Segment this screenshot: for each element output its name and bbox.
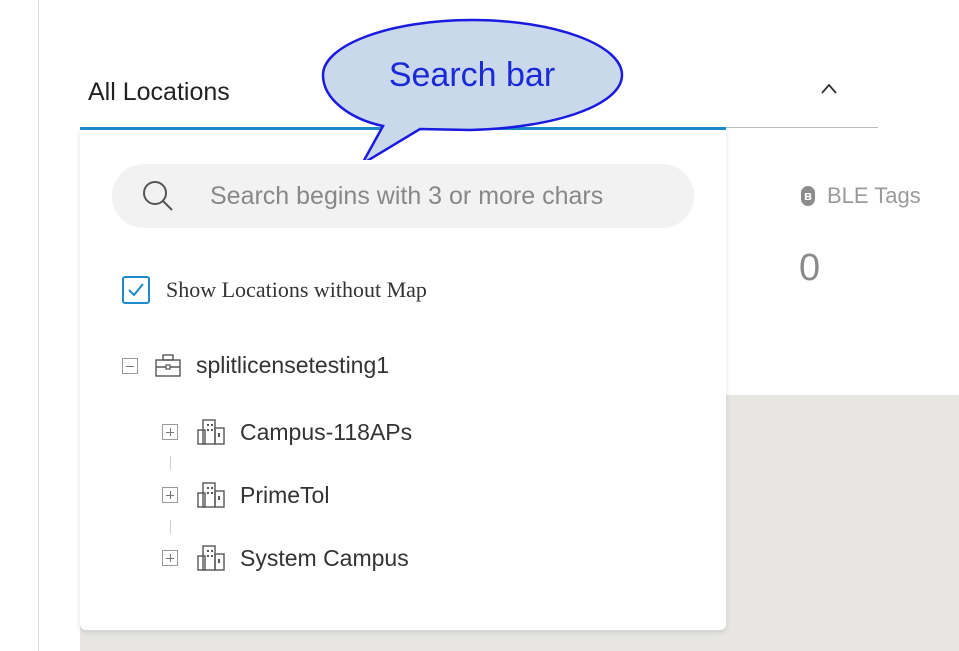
ble-tags-count: 0 <box>799 247 821 289</box>
building-icon <box>197 419 225 445</box>
briefcase-icon <box>155 353 181 377</box>
ble-tags-label: BLE Tags <box>827 183 921 208</box>
tree-node-label: Campus-118APs <box>240 418 413 445</box>
tree-node-campus-118aps[interactable]: Campus-118APs <box>162 418 412 446</box>
expand-toggle[interactable] <box>162 550 178 566</box>
tree-node-label: PrimeTol <box>240 481 330 508</box>
expand-toggle[interactable] <box>162 487 178 503</box>
expand-toggle[interactable] <box>162 424 178 440</box>
tree-node-system-campus[interactable]: System Campus <box>162 544 409 572</box>
tree-connector <box>170 456 171 470</box>
collapse-toggle[interactable] <box>122 357 138 374</box>
search-bar-callout: Search bar <box>321 18 624 160</box>
location-dropdown-panel: Show Locations without Map splitlicenset… <box>80 130 726 630</box>
show-locations-without-map-checkbox[interactable] <box>122 276 150 304</box>
ble-tags-header: ʙ BLE Tags <box>801 183 921 209</box>
search-bar[interactable] <box>112 164 694 228</box>
tree-connector <box>170 520 171 534</box>
callout-text: Search bar <box>389 56 555 94</box>
bluetooth-icon: ʙ <box>801 186 815 206</box>
tree-node-root[interactable]: splitlicensetesting1 <box>122 352 389 379</box>
tree-node-label: System Campus <box>240 544 409 571</box>
show-locations-without-map-option[interactable]: Show Locations without Map <box>122 276 427 304</box>
building-icon <box>197 545 225 571</box>
checkmark-icon <box>128 283 144 297</box>
building-icon <box>197 482 225 508</box>
tree-node-primetol[interactable]: PrimeTol <box>162 481 329 509</box>
search-icon <box>143 181 173 211</box>
tree-node-label: splitlicensetesting1 <box>196 352 390 378</box>
page: ʙ BLE Tags 0 All Locations Show Location… <box>0 0 959 651</box>
show-locations-without-map-label: Show Locations without Map <box>166 277 427 302</box>
search-input[interactable] <box>210 181 680 211</box>
ble-tags-card[interactable]: ʙ BLE Tags 0 <box>779 155 959 333</box>
